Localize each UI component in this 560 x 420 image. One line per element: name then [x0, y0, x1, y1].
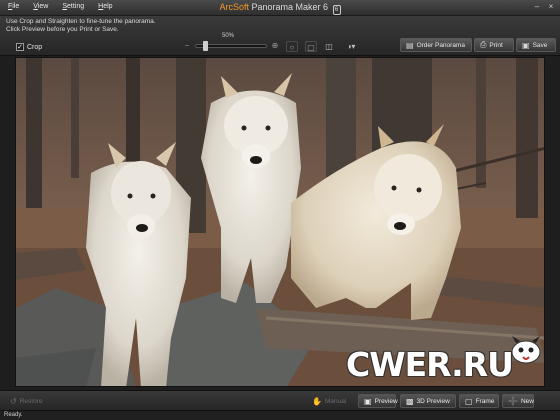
title-bar: File View Setting Help ArcSoft Panorama … — [0, 0, 560, 16]
watermark-text: CWER.RU — [346, 345, 514, 384]
preview-button[interactable]: ▣ Preview — [358, 394, 398, 408]
zoom-control: − ⊕ — [182, 41, 280, 51]
3d-preview-icon: ▩ — [406, 396, 414, 406]
hand-icon: ✋ — [312, 396, 322, 406]
adjust-tools: ◫ ◑▾ — [322, 41, 358, 52]
zoom-slider-thumb[interactable] — [203, 41, 208, 51]
restore-button[interactable]: ↺ Restore — [4, 394, 54, 408]
zoom-in-icon[interactable]: ⊕ — [270, 41, 280, 51]
new-label: New — [520, 397, 534, 405]
frame-icon: ▢ — [465, 396, 473, 406]
app-name: Panorama Maker 6 — [251, 2, 329, 12]
frame-label: Frame — [475, 397, 495, 405]
frame-button[interactable]: ▢ Frame — [459, 394, 499, 408]
actual-size-icon[interactable]: ▢ — [305, 41, 317, 52]
app-title: ArcSoft Panorama Maker 6 6 — [0, 2, 560, 15]
toolbar: Use Crop and Straighten to fine-tune the… — [0, 16, 560, 56]
save-label: Save — [532, 41, 548, 49]
watermark-logo-icon — [511, 336, 541, 364]
crop-checkbox[interactable]: ✓ Crop — [16, 43, 42, 51]
fit-window-icon[interactable]: ○ — [286, 41, 298, 52]
save-icon: ▣ — [522, 40, 530, 50]
preview-icon: ▣ — [364, 396, 372, 406]
new-icon: ➕ — [508, 396, 518, 406]
panorama-canvas[interactable] — [0, 56, 560, 390]
status-text: Ready. — [4, 412, 23, 418]
order-panorama-label: Order Panorama — [416, 41, 465, 49]
3d-preview-label: 3D Preview — [416, 397, 450, 405]
close-icon[interactable]: × — [546, 2, 556, 12]
straighten-icon[interactable]: ◫ — [322, 41, 336, 52]
preview-label: Preview — [374, 397, 398, 405]
status-bar: Ready. — [0, 410, 560, 420]
panorama-image[interactable] — [15, 57, 545, 387]
print-label: Print — [489, 41, 503, 49]
manual-label: Manual — [324, 397, 347, 405]
crop-label: Crop — [27, 43, 43, 51]
order-panorama-icon: ▤ — [406, 40, 414, 50]
restore-label: Restore — [19, 397, 43, 405]
brand-name: ArcSoft — [219, 2, 249, 12]
minimize-icon[interactable]: – — [532, 2, 542, 12]
light-adjust-icon[interactable]: ◑▾ — [344, 41, 358, 52]
bottom-bar: ↺ Restore ✋ Manual ▣ Preview ▩ 3D Previe… — [0, 390, 560, 410]
view-tools: ○ ▢ — [286, 41, 317, 52]
window-controls: – × — [532, 2, 556, 12]
zoom-percentage: 50% — [222, 33, 235, 39]
version-badge-icon: 6 — [332, 5, 341, 15]
hint-line-2: Click Preview before you Print or Save. — [6, 26, 119, 33]
hint-text: Use Crop and Straighten to fine-tune the… — [6, 18, 156, 34]
printer-icon: ⎙ — [480, 40, 487, 49]
restore-icon: ↺ — [10, 396, 17, 406]
zoom-slider[interactable] — [195, 41, 267, 51]
manual-button[interactable]: ✋ Manual — [306, 394, 356, 408]
zoom-out-icon[interactable]: − — [182, 41, 192, 51]
watermark: CWER.RU — [342, 336, 544, 385]
print-button[interactable]: ⎙ Print — [474, 38, 514, 52]
new-button[interactable]: ➕ New — [502, 394, 534, 408]
save-button[interactable]: ▣ Save — [516, 38, 556, 52]
wolves-photo — [16, 58, 544, 386]
3d-preview-button[interactable]: ▩ 3D Preview — [400, 394, 456, 408]
hint-line-1: Use Crop and Straighten to fine-tune the… — [6, 18, 156, 25]
checkbox-checked-icon[interactable]: ✓ — [16, 43, 24, 51]
order-panorama-button[interactable]: ▤ Order Panorama — [400, 38, 472, 52]
